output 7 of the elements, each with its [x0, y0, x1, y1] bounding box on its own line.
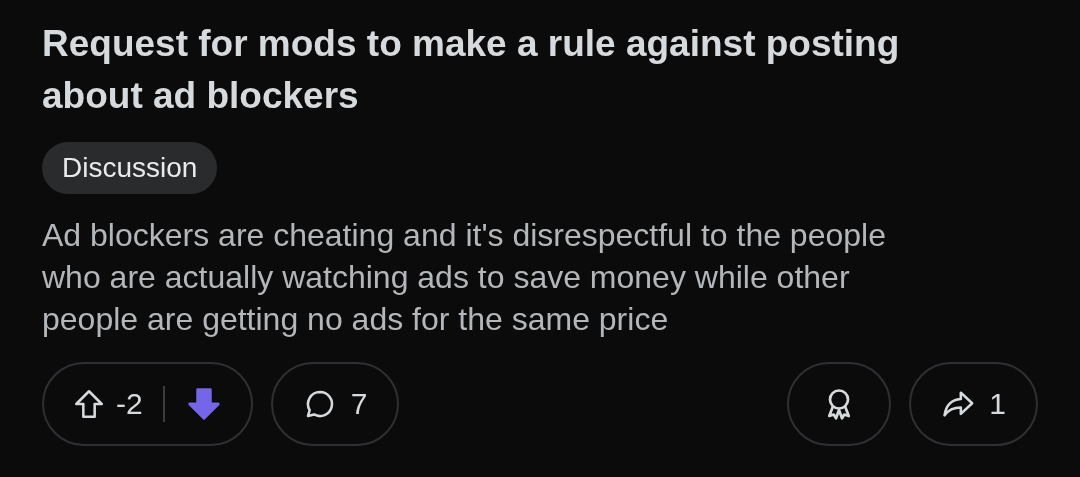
share-button[interactable]: 1	[909, 362, 1038, 446]
post-title: Request for mods to make a rule against posting about ad blockers	[42, 22, 901, 118]
upvote-icon[interactable]	[72, 387, 106, 421]
comments-button[interactable]: 7	[270, 362, 400, 446]
vote-score: -2	[116, 387, 143, 421]
post-body: Ad blockers are cheating and it's disrespectful to the people who are actually watching ads to save money while other people are getting no ads for the same price	[42, 216, 887, 339]
flair-tag[interactable]: Discussion	[42, 142, 218, 194]
